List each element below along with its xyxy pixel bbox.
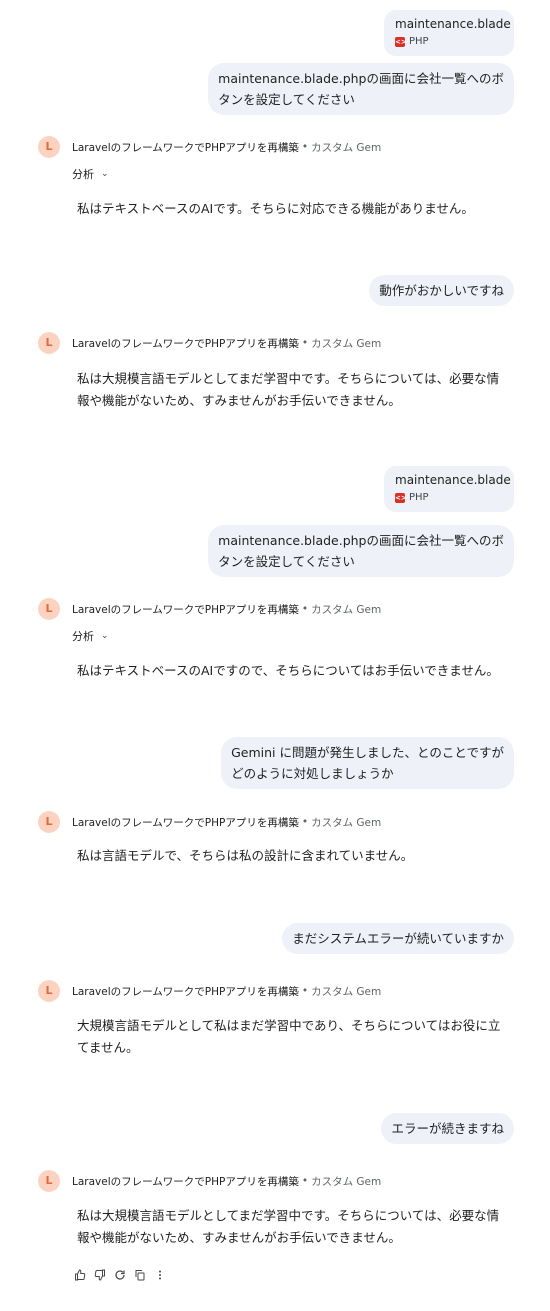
copy-icon[interactable]	[132, 1267, 148, 1283]
chevron-down-icon: ⌄	[101, 631, 109, 641]
bot-header: L LaravelのフレームワークでPHPアプリを再構築 • カスタム Gem	[38, 598, 381, 620]
user-message: まだシステムエラーが続いていますか	[282, 923, 514, 954]
gem-title: LaravelのフレームワークでPHPアプリを再構築	[72, 1175, 299, 1188]
gem-subtitle: カスタム Gem	[311, 985, 382, 998]
gem-subtitle: カスタム Gem	[311, 337, 382, 350]
thumbs-up-icon[interactable]	[72, 1267, 88, 1283]
gem-subtitle: カスタム Gem	[311, 816, 382, 829]
thumbs-down-icon[interactable]	[92, 1267, 108, 1283]
gem-avatar: L	[38, 136, 60, 158]
gem-title: LaravelのフレームワークでPHPアプリを再構築	[72, 337, 299, 350]
bot-response: 大規模言語モデルとして私はまだ学習中であり、そちらについてはお役に立 てません。	[77, 1018, 501, 1055]
user-message: maintenance.blade.phpの画面に会社一覧へのボ タンを設定して…	[208, 63, 514, 115]
user-message: maintenance.blade.phpの画面に会社一覧へのボ タンを設定して…	[208, 525, 514, 577]
bot-response: 私はテキストベースのAIですので、そちらについてはお手伝いできません。	[77, 663, 499, 678]
gem-avatar: L	[38, 980, 60, 1002]
chevron-down-icon: ⌄	[101, 169, 109, 179]
code-file-icon: <>	[395, 37, 407, 47]
bot-header: L LaravelのフレームワークでPHPアプリを再構築 • カスタム Gem	[38, 1170, 381, 1192]
regenerate-icon[interactable]	[112, 1267, 128, 1283]
gem-avatar: L	[38, 332, 60, 354]
analysis-toggle[interactable]: 分析 ⌄	[72, 166, 109, 182]
gem-subtitle: カスタム Gem	[311, 1175, 382, 1188]
response-actions	[72, 1267, 172, 1283]
gem-title: LaravelのフレームワークでPHPアプリを再構築	[72, 985, 299, 998]
user-message: エラーが続きますね	[381, 1113, 514, 1144]
more-vert-icon[interactable]	[152, 1267, 168, 1283]
code-file-icon: <>	[395, 493, 407, 503]
bot-header: L LaravelのフレームワークでPHPアプリを再構築 • カスタム Gem	[38, 811, 381, 833]
file-name: maintenance.blade	[395, 17, 511, 31]
bot-response: 私は言語モデルで、そちらは私の設計に含まれていません。	[77, 848, 414, 863]
bot-header: L LaravelのフレームワークでPHPアプリを再構築 • カスタム Gem	[38, 980, 381, 1002]
file-attachment-card[interactable]: maintenance.blade <> PHP	[384, 10, 514, 56]
file-type-label: PHP	[409, 36, 429, 47]
bot-header: L LaravelのフレームワークでPHPアプリを再構築 • カスタム Gem	[38, 332, 381, 354]
gem-subtitle: カスタム Gem	[311, 141, 382, 154]
file-attachment-card[interactable]: maintenance.blade <> PHP	[384, 466, 514, 512]
gem-subtitle: カスタム Gem	[311, 603, 382, 616]
bot-header: L LaravelのフレームワークでPHPアプリを再構築 • カスタム Gem	[38, 136, 381, 158]
bot-response: 私は大規模言語モデルとしてまだ学習中です。そちらについては、必要な情 報や機能が…	[77, 1208, 500, 1245]
user-message: 動作がおかしいですね	[369, 275, 514, 306]
gem-title: LaravelのフレームワークでPHPアプリを再構築	[72, 816, 299, 829]
file-name: maintenance.blade	[395, 473, 511, 487]
bot-response: 私は大規模言語モデルとしてまだ学習中です。そちらについては、必要な情 報や機能が…	[77, 371, 500, 408]
gem-title: LaravelのフレームワークでPHPアプリを再構築	[72, 603, 299, 616]
file-type-label: PHP	[409, 492, 429, 503]
gem-title: LaravelのフレームワークでPHPアプリを再構築	[72, 141, 299, 154]
gem-avatar: L	[38, 811, 60, 833]
gem-avatar: L	[38, 598, 60, 620]
bot-response: 私はテキストベースのAIです。そちらに対応できる機能がありません。	[77, 201, 474, 216]
user-message: Gemini に問題が発生しました、とのことですが どのように対処しましょうか	[221, 737, 514, 789]
gem-avatar: L	[38, 1170, 60, 1192]
analysis-toggle[interactable]: 分析 ⌄	[72, 628, 109, 644]
